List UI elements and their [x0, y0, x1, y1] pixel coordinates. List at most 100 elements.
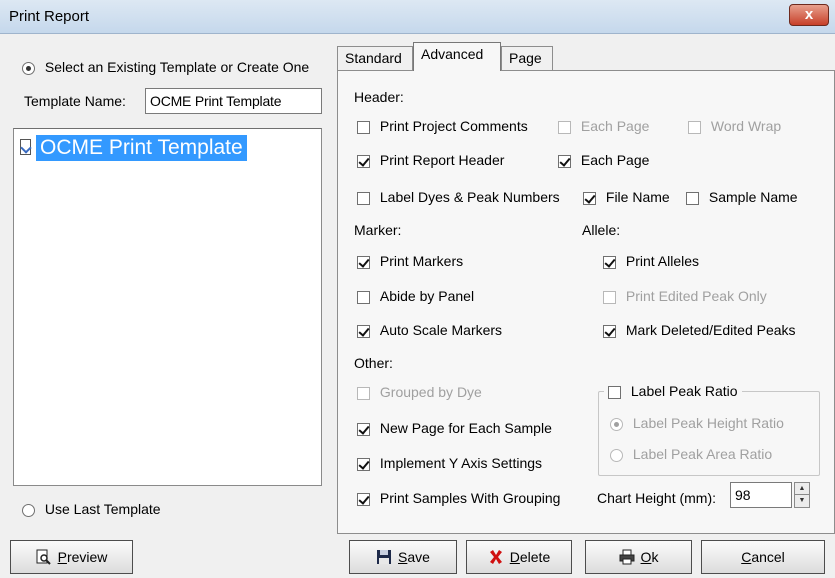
print-alleles-label: Print Alleles — [625, 253, 700, 269]
print-project-comments-option[interactable]: Print Project Comments — [357, 118, 528, 134]
new-page-each-sample-option[interactable]: New Page for Each Sample — [357, 420, 552, 436]
tab-page[interactable]: Page — [501, 46, 553, 70]
grouped-by-dye-label: Grouped by Dye — [379, 384, 482, 400]
label-peak-ratio-checkbox[interactable] — [608, 385, 621, 399]
print-project-comments-label: Print Project Comments — [379, 118, 528, 134]
print-alleles-option[interactable]: Print Alleles — [603, 253, 699, 269]
implement-y-axis-label: Implement Y Axis Settings — [379, 455, 543, 471]
tree-item-label: OCME Print Template — [36, 135, 247, 161]
label-peak-area-ratio-label: Label Peak Area Ratio — [632, 446, 773, 462]
sample-name-checkbox[interactable] — [686, 191, 699, 205]
each-page-2-checkbox[interactable] — [558, 154, 571, 168]
print-report-header-checkbox[interactable] — [357, 154, 370, 168]
label-peak-area-ratio-radio[interactable] — [610, 448, 623, 462]
tab-advanced[interactable]: Advanced — [413, 42, 501, 71]
label-peak-area-ratio-option[interactable]: Label Peak Area Ratio — [610, 446, 772, 462]
cancel-label: Cancel — [741, 549, 785, 565]
print-samples-grouping-option[interactable]: Print Samples With Grouping — [357, 490, 560, 506]
select-existing-radio[interactable] — [22, 61, 35, 75]
sample-name-label: Sample Name — [708, 189, 798, 205]
use-last-option[interactable]: Use Last Template — [22, 501, 161, 517]
header-section-label: Header: — [354, 89, 404, 105]
print-markers-checkbox[interactable] — [357, 255, 370, 269]
label-dyes-label: Label Dyes & Peak Numbers — [379, 189, 560, 205]
each-page-2-label: Each Page — [580, 152, 650, 168]
print-markers-label: Print Markers — [379, 253, 464, 269]
label-peak-ratio-option[interactable]: Label Peak Ratio — [604, 383, 742, 399]
spin-up-icon[interactable]: ▲ — [795, 483, 809, 495]
word-wrap-option[interactable]: Word Wrap — [688, 118, 781, 134]
sample-name-option[interactable]: Sample Name — [686, 189, 798, 205]
label-dyes-checkbox[interactable] — [357, 191, 370, 205]
file-name-option[interactable]: File Name — [583, 189, 670, 205]
template-name-label: Template Name: — [24, 93, 126, 109]
print-report-header-option[interactable]: Print Report Header — [357, 152, 504, 168]
each-page-1-label: Each Page — [580, 118, 650, 134]
mark-deleted-edited-label: Mark Deleted/Edited Peaks — [625, 322, 796, 338]
print-project-comments-checkbox[interactable] — [357, 120, 370, 134]
label-peak-height-ratio-radio[interactable] — [610, 417, 623, 431]
template-tree[interactable]: OCME Print Template — [13, 128, 322, 486]
new-page-each-sample-checkbox[interactable] — [357, 422, 370, 436]
preview-label: Preview — [57, 549, 108, 565]
grouped-by-dye-checkbox[interactable] — [357, 386, 370, 400]
spin-down-icon[interactable]: ▼ — [795, 495, 809, 507]
advanced-panel: Header: Print Project Comments Each Page… — [337, 70, 835, 534]
print-samples-grouping-label: Print Samples With Grouping — [379, 490, 561, 506]
mark-deleted-edited-checkbox[interactable] — [603, 324, 616, 338]
preview-button[interactable]: Preview — [10, 540, 133, 574]
file-name-checkbox[interactable] — [583, 191, 596, 205]
allele-section-label: Allele: — [582, 222, 621, 238]
save-button[interactable]: Save — [349, 540, 457, 574]
label-peak-ratio-label: Label Peak Ratio — [630, 383, 738, 399]
each-page-1-checkbox[interactable] — [558, 120, 571, 134]
each-page-1-option[interactable]: Each Page — [558, 118, 649, 134]
label-peak-height-ratio-label: Label Peak Height Ratio — [632, 415, 784, 431]
label-peak-height-ratio-option[interactable]: Label Peak Height Ratio — [610, 415, 784, 431]
new-page-each-sample-label: New Page for Each Sample — [379, 420, 552, 436]
save-label: Save — [398, 549, 430, 565]
auto-scale-markers-option[interactable]: Auto Scale Markers — [357, 322, 502, 338]
other-section-label: Other: — [354, 355, 393, 371]
ok-button[interactable]: Ok — [585, 540, 692, 574]
floppy-disk-icon — [376, 549, 392, 565]
use-last-label: Use Last Template — [44, 501, 161, 517]
tab-standard[interactable]: Standard — [337, 46, 413, 70]
window-title: Print Report — [9, 8, 90, 25]
close-button[interactable]: x — [789, 4, 829, 26]
red-x-icon — [488, 549, 504, 565]
abide-by-panel-option[interactable]: Abide by Panel — [357, 288, 474, 304]
auto-scale-markers-checkbox[interactable] — [357, 324, 370, 338]
use-last-radio[interactable] — [22, 503, 35, 517]
print-samples-grouping-checkbox[interactable] — [357, 492, 370, 506]
print-edited-peak-only-option[interactable]: Print Edited Peak Only — [603, 288, 767, 304]
marker-section-label: Marker: — [354, 222, 402, 238]
auto-scale-markers-label: Auto Scale Markers — [379, 322, 503, 338]
label-dyes-option[interactable]: Label Dyes & Peak Numbers — [357, 189, 560, 205]
print-alleles-checkbox[interactable] — [603, 255, 616, 269]
cancel-button[interactable]: Cancel — [701, 540, 825, 574]
file-name-label: File Name — [605, 189, 670, 205]
implement-y-axis-option[interactable]: Implement Y Axis Settings — [357, 455, 542, 471]
mark-deleted-edited-option[interactable]: Mark Deleted/Edited Peaks — [603, 322, 796, 338]
print-markers-option[interactable]: Print Markers — [357, 253, 463, 269]
delete-label: Delete — [509, 549, 551, 565]
magnifier-page-icon — [36, 549, 52, 565]
chart-height-input[interactable] — [730, 482, 792, 508]
abide-by-panel-checkbox[interactable] — [357, 290, 370, 304]
word-wrap-checkbox[interactable] — [688, 120, 701, 134]
label-peak-ratio-group — [598, 391, 820, 476]
ok-label: Ok — [640, 549, 659, 565]
delete-button[interactable]: Delete — [466, 540, 572, 574]
template-name-input[interactable] — [145, 88, 322, 114]
grouped-by-dye-option[interactable]: Grouped by Dye — [357, 384, 482, 400]
print-report-header-label: Print Report Header — [379, 152, 505, 168]
print-edited-peak-only-label: Print Edited Peak Only — [625, 288, 767, 304]
chart-height-spinner[interactable]: ▲ ▼ — [794, 482, 810, 508]
title-bar: Print Report x — [0, 0, 835, 34]
each-page-2-option[interactable]: Each Page — [558, 152, 649, 168]
print-edited-peak-only-checkbox[interactable] — [603, 290, 616, 304]
implement-y-axis-checkbox[interactable] — [357, 457, 370, 471]
select-existing-option[interactable]: Select an Existing Template or Create On… — [22, 59, 309, 75]
abide-by-panel-label: Abide by Panel — [379, 288, 475, 304]
